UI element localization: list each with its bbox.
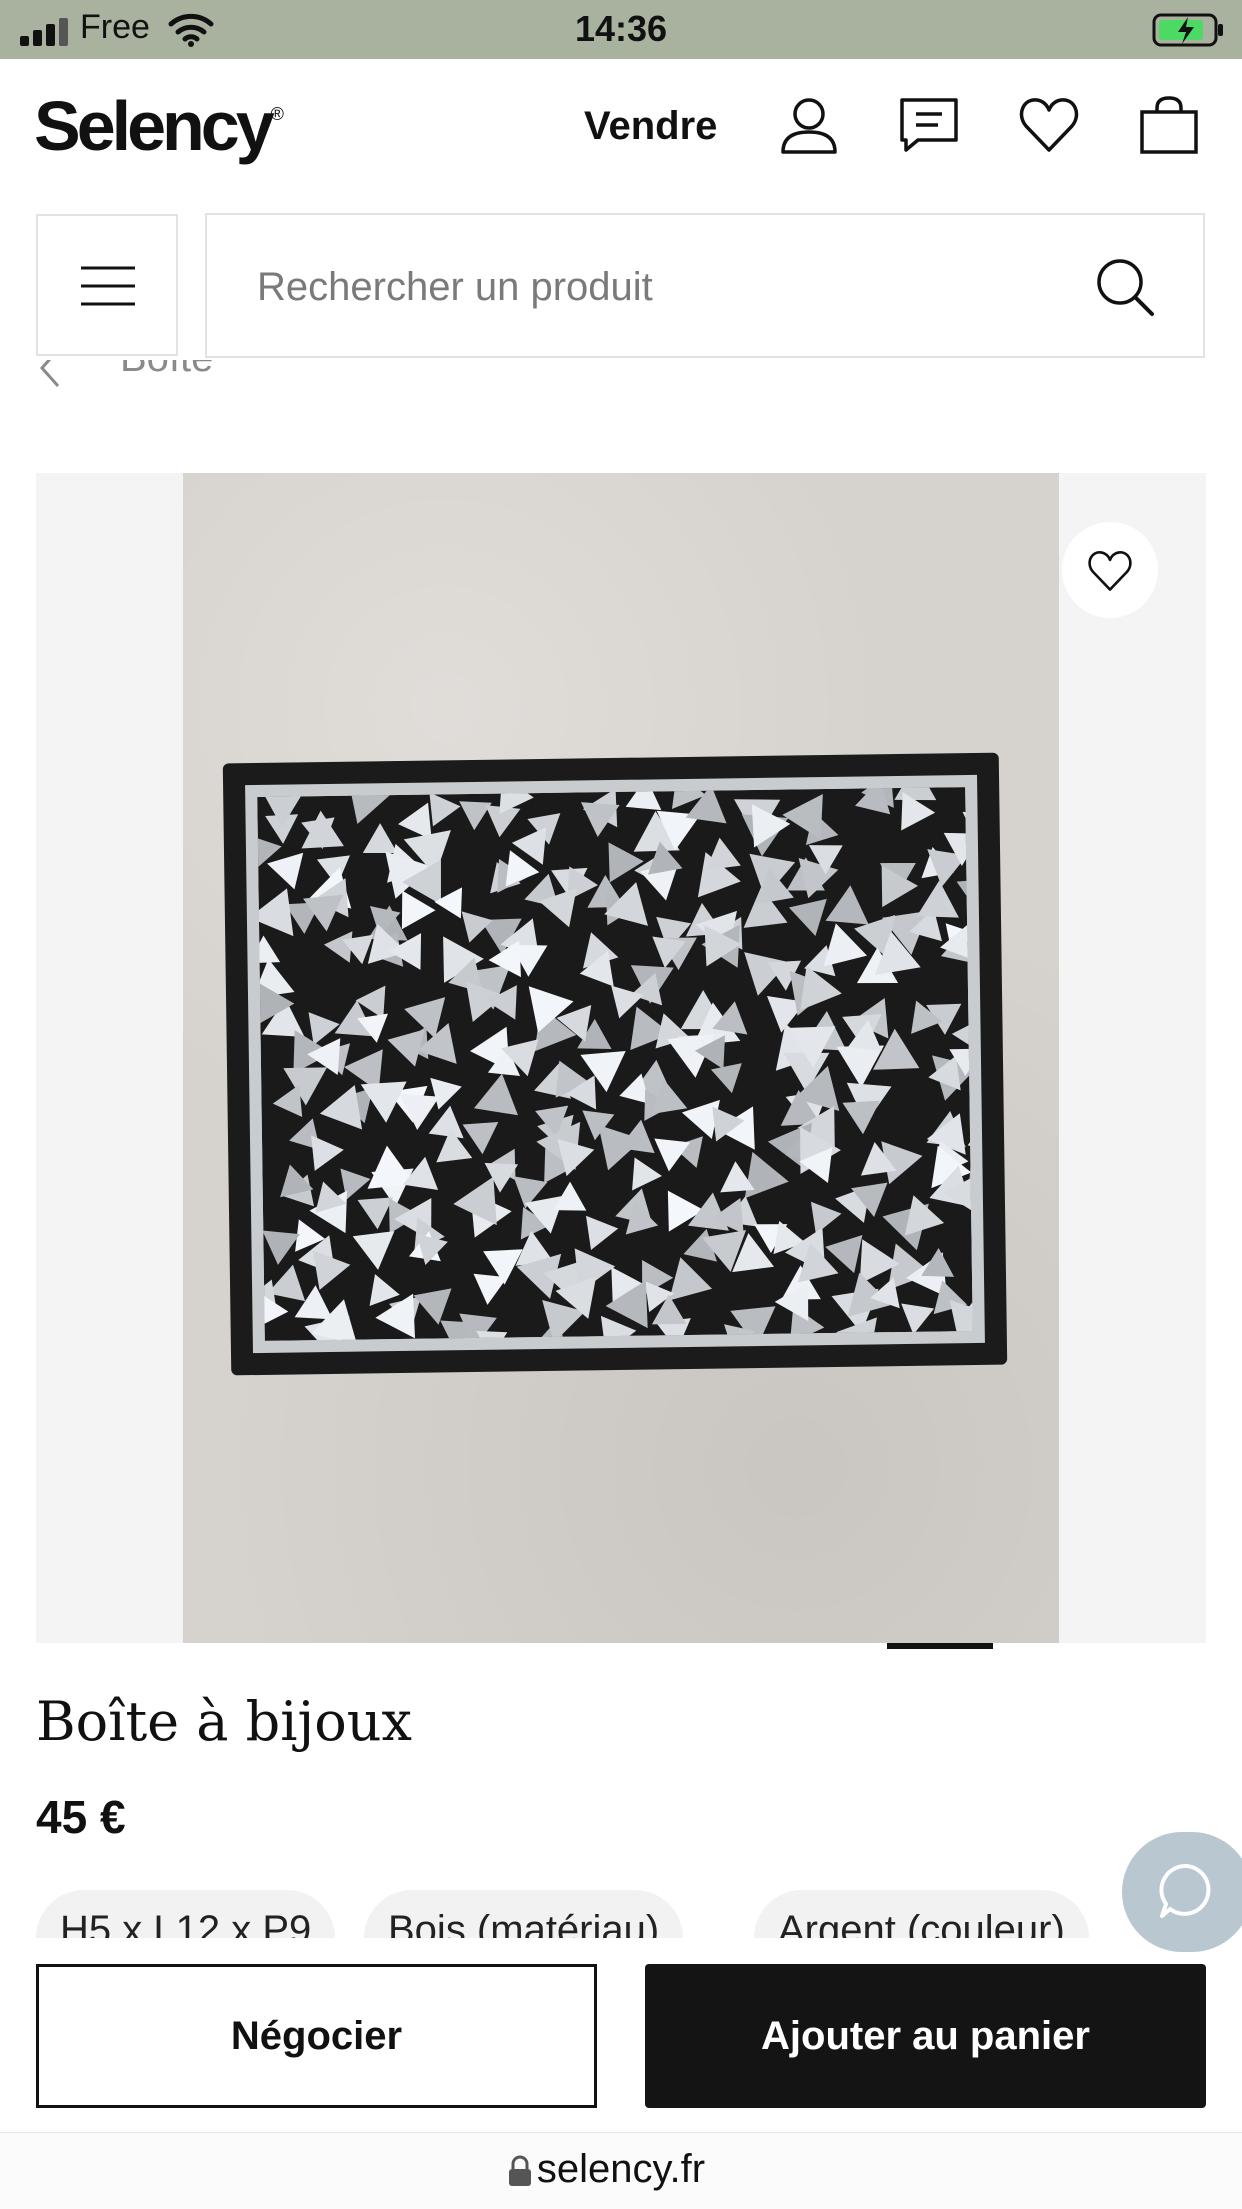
negotiate-button[interactable]: Négocier xyxy=(36,1964,597,2108)
mosaic-tile xyxy=(968,974,973,1023)
heart-icon[interactable] xyxy=(1018,94,1080,156)
browser-url-bar[interactable]: selency.fr xyxy=(0,2132,1242,2209)
product-price: 45 € xyxy=(36,1791,126,1843)
battery-charging-icon xyxy=(1152,13,1223,47)
product-photo xyxy=(183,473,1059,1643)
user-icon[interactable] xyxy=(778,94,840,156)
chip-dimensions: H5 x L12 x P9 xyxy=(36,1890,336,1938)
heart-icon xyxy=(1088,551,1132,591)
clock: 14:36 xyxy=(574,8,668,49)
hamburger-icon xyxy=(81,266,135,306)
sell-link[interactable]: Vendre xyxy=(584,104,717,149)
breadcrumb[interactable]: Boîte xyxy=(0,360,1242,406)
favorite-button[interactable] xyxy=(1062,522,1158,618)
chip-color: Argent (couleur) xyxy=(754,1890,1089,1938)
status-bar: Free 14:36 xyxy=(0,0,1242,59)
carousel-indicator xyxy=(887,1643,993,1649)
search-placeholder: Rechercher un produit xyxy=(257,265,653,309)
bag-icon[interactable] xyxy=(1138,94,1200,156)
chat-bubble-icon xyxy=(1159,1863,1211,1918)
search-icon[interactable] xyxy=(1095,257,1155,317)
messages-icon[interactable] xyxy=(898,94,960,156)
chat-button[interactable] xyxy=(1122,1832,1242,1952)
product-attributes: H5 x L12 x P9 Bois (matériau) Argent (co… xyxy=(0,1890,1242,1938)
url-text: selency.fr xyxy=(536,2147,706,2191)
selency-logo[interactable]: Selency® xyxy=(34,86,284,166)
breadcrumb-label: Boîte xyxy=(120,360,213,381)
mosaic-lid xyxy=(257,787,973,1341)
chevron-left-icon xyxy=(39,360,60,387)
chip-material: Bois (matériau) xyxy=(364,1890,684,1938)
product-image-carousel[interactable] xyxy=(36,473,1206,1643)
mosaic-tile xyxy=(971,787,973,812)
add-to-cart-button[interactable]: Ajouter au panier xyxy=(645,1964,1206,2108)
search-input[interactable]: Rechercher un produit xyxy=(205,213,1205,358)
jewelry-box xyxy=(222,752,1008,1376)
product-title: Boîte à bijoux xyxy=(36,1690,412,1753)
menu-button[interactable] xyxy=(36,214,178,356)
